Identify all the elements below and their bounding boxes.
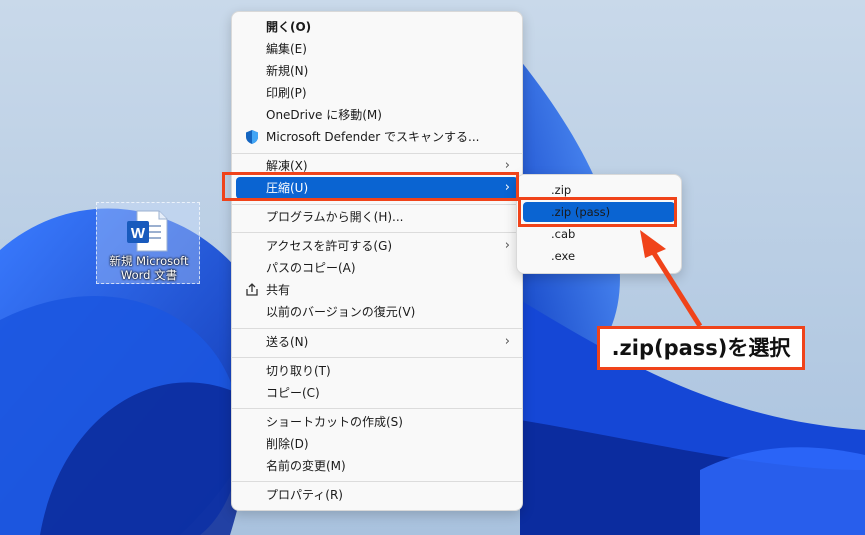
context-menu: 開く(O) 編集(E) 新規(N) 印刷(P) OneDrive に移動(M) … bbox=[231, 11, 523, 511]
submenu-item-cab[interactable]: .cab bbox=[523, 224, 675, 244]
menu-item-open-with[interactable]: プログラムから開く(H)... bbox=[236, 206, 518, 228]
menu-separator bbox=[232, 357, 522, 358]
desktop-file-icon[interactable]: W 新規 Microsoft Word 文書 bbox=[96, 202, 200, 284]
menu-item-move-to-onedrive[interactable]: OneDrive に移動(M) bbox=[236, 104, 518, 126]
menu-item-delete[interactable]: 削除(D) bbox=[236, 433, 518, 455]
menu-separator bbox=[232, 408, 522, 409]
menu-item-restore-previous-versions[interactable]: 以前のバージョンの復元(V) bbox=[236, 301, 518, 323]
defender-shield-icon bbox=[246, 130, 258, 144]
menu-separator bbox=[232, 204, 522, 205]
desktop-icon-label: 新規 Microsoft Word 文書 bbox=[109, 254, 189, 282]
menu-item-defender-scan[interactable]: Microsoft Defender でスキャンする... bbox=[236, 126, 518, 148]
menu-item-properties[interactable]: プロパティ(R) bbox=[236, 484, 518, 506]
chevron-right-icon: › bbox=[504, 334, 510, 349]
submenu-item-exe[interactable]: .exe bbox=[523, 246, 675, 266]
highlight-box-compress bbox=[222, 172, 519, 201]
menu-separator bbox=[232, 232, 522, 233]
word-document-icon: W bbox=[127, 210, 168, 252]
menu-item-edit[interactable]: 編集(E) bbox=[236, 38, 518, 60]
menu-item-new[interactable]: 新規(N) bbox=[236, 60, 518, 82]
menu-item-rename[interactable]: 名前の変更(M) bbox=[236, 455, 518, 477]
annotation-callout: .zip(pass)を選択 bbox=[597, 326, 805, 370]
menu-item-copy[interactable]: コピー(C) bbox=[236, 382, 518, 404]
menu-item-send-to[interactable]: 送る(N) › bbox=[236, 331, 518, 353]
highlight-box-zip-pass bbox=[518, 197, 677, 227]
menu-separator bbox=[232, 481, 522, 482]
menu-item-cut[interactable]: 切り取り(T) bbox=[236, 360, 518, 382]
menu-separator bbox=[232, 153, 522, 154]
menu-item-create-shortcut[interactable]: ショートカットの作成(S) bbox=[236, 411, 518, 433]
menu-item-copy-path[interactable]: パスのコピー(A) bbox=[236, 257, 518, 279]
chevron-right-icon: › bbox=[504, 238, 510, 253]
menu-item-print[interactable]: 印刷(P) bbox=[236, 82, 518, 104]
menu-item-share[interactable]: 共有 bbox=[236, 279, 518, 301]
menu-item-open[interactable]: 開く(O) bbox=[236, 16, 518, 38]
menu-item-give-access[interactable]: アクセスを許可する(G) › bbox=[236, 235, 518, 257]
svg-text:W: W bbox=[131, 225, 146, 242]
menu-separator bbox=[232, 328, 522, 329]
share-icon bbox=[246, 283, 258, 296]
